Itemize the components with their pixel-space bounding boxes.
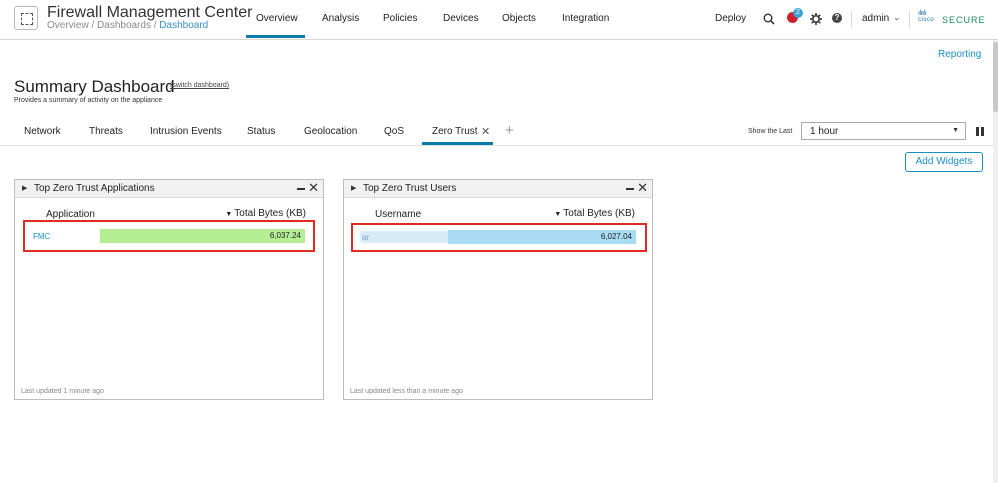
scrollbar-thumb[interactable]: [993, 42, 998, 112]
nav-policies[interactable]: Policies: [383, 13, 417, 24]
redacted-username: [360, 231, 450, 243]
close-icon[interactable]: ✕: [637, 181, 648, 195]
nav-overview[interactable]: Overview: [256, 13, 298, 24]
tab-status[interactable]: Status: [247, 126, 275, 137]
divider: [909, 10, 910, 28]
page-subtitle: Provides a summary of activity on the ap…: [14, 97, 163, 104]
tab-threats[interactable]: Threats: [89, 126, 123, 137]
caret-right-icon[interactable]: ▶: [22, 184, 27, 192]
caret-right-icon[interactable]: ▶: [351, 184, 356, 192]
plus-icon[interactable]: +: [505, 122, 514, 139]
column-header-application[interactable]: Application: [46, 209, 95, 220]
tab-intrusion-events[interactable]: Intrusion Events: [150, 126, 222, 137]
application-name-link[interactable]: FMC: [33, 232, 50, 241]
nav-objects[interactable]: Objects: [502, 13, 536, 24]
user-menu[interactable]: admin: [862, 13, 889, 24]
chevron-down-icon[interactable]: ⌄: [893, 12, 901, 23]
close-icon[interactable]: ✕: [481, 125, 490, 138]
tab-geolocation[interactable]: Geolocation: [304, 126, 357, 137]
widget-header[interactable]: ▶ Top Zero Trust Users ✕: [344, 180, 652, 198]
deploy-button[interactable]: Deploy: [715, 13, 746, 24]
column-header-username[interactable]: Username: [375, 209, 421, 220]
username-link[interactable]: ar: [362, 233, 369, 242]
show-last-label: Show the Last: [748, 128, 793, 135]
sort-desc-icon: ▼: [554, 211, 562, 218]
breadcrumb-dashboards[interactable]: Dashboards: [97, 20, 151, 31]
add-widgets-button[interactable]: Add Widgets: [905, 152, 983, 172]
divider: [851, 10, 852, 28]
widget-top-zero-trust-users: ▶ Top Zero Trust Users ✕ Username ▼ Total…: [343, 179, 653, 400]
breadcrumb-current: Dashboard: [159, 20, 209, 31]
help-icon[interactable]: ?: [832, 13, 842, 23]
column-header-label: Total Bytes (KB): [234, 208, 306, 219]
cisco-logo: ılıılı cisco: [918, 10, 935, 23]
nav-analysis[interactable]: Analysis: [322, 13, 359, 24]
logo-icon[interactable]: [14, 6, 38, 30]
bytes-value: 6,037.24: [269, 231, 301, 240]
bytes-bar: 6,027.04: [448, 230, 636, 244]
column-header-label: Total Bytes (KB): [563, 208, 635, 219]
widget-title: Top Zero Trust Users: [363, 183, 457, 194]
widget-last-updated: Last updated less than a minute ago: [350, 388, 463, 395]
breadcrumb-separator: /: [88, 20, 98, 31]
minimize-icon[interactable]: [297, 188, 305, 190]
time-range-value: 1 hour: [810, 126, 839, 137]
page-scrollbar[interactable]: [993, 40, 998, 483]
nav-devices[interactable]: Devices: [443, 13, 479, 24]
notification-count-badge: 2: [793, 8, 803, 18]
breadcrumb: Overview / Dashboards / Dashboard: [47, 20, 208, 31]
column-header-total-bytes[interactable]: ▼ Total Bytes (KB): [554, 208, 635, 219]
widget-title: Top Zero Trust Applications: [34, 183, 155, 194]
time-range-select[interactable]: 1 hour ▼: [801, 122, 966, 140]
nav-active-indicator: [246, 35, 305, 38]
cisco-wordmark: cisco: [918, 17, 935, 23]
tabs-divider: [0, 145, 993, 146]
close-icon[interactable]: ✕: [308, 181, 319, 195]
widget-last-updated: Last updated 1 minute ago: [21, 388, 104, 395]
breadcrumb-overview[interactable]: Overview: [47, 20, 89, 31]
top-navigation-bar: Firewall Management Center Overview / Da…: [0, 0, 998, 40]
switch-dashboard-link[interactable]: (switch dashboard): [170, 82, 229, 89]
search-icon[interactable]: [762, 12, 776, 26]
column-header-total-bytes[interactable]: ▼ Total Bytes (KB): [225, 208, 306, 219]
reporting-link[interactable]: Reporting: [938, 49, 981, 60]
bytes-value: 6,027.04: [600, 232, 632, 241]
sort-desc-icon: ▼: [225, 211, 233, 218]
minimize-icon[interactable]: [626, 188, 634, 190]
tab-qos[interactable]: QoS: [384, 126, 404, 137]
tab-network[interactable]: Network: [24, 126, 61, 137]
bytes-bar: 6,037.24: [100, 229, 305, 243]
page-title: Summary Dashboard: [14, 77, 175, 96]
secure-wordmark: SECURE: [942, 15, 986, 25]
widget-header[interactable]: ▶ Top Zero Trust Applications ✕: [15, 180, 323, 198]
gear-icon[interactable]: [809, 12, 823, 26]
nav-integration[interactable]: Integration: [562, 13, 609, 24]
pause-icon[interactable]: [976, 127, 984, 136]
caret-down-icon: ▼: [952, 127, 959, 134]
tab-zero-trust[interactable]: Zero Trust: [432, 126, 478, 137]
widget-top-zero-trust-applications: ▶ Top Zero Trust Applications ✕ Applicat…: [14, 179, 324, 400]
